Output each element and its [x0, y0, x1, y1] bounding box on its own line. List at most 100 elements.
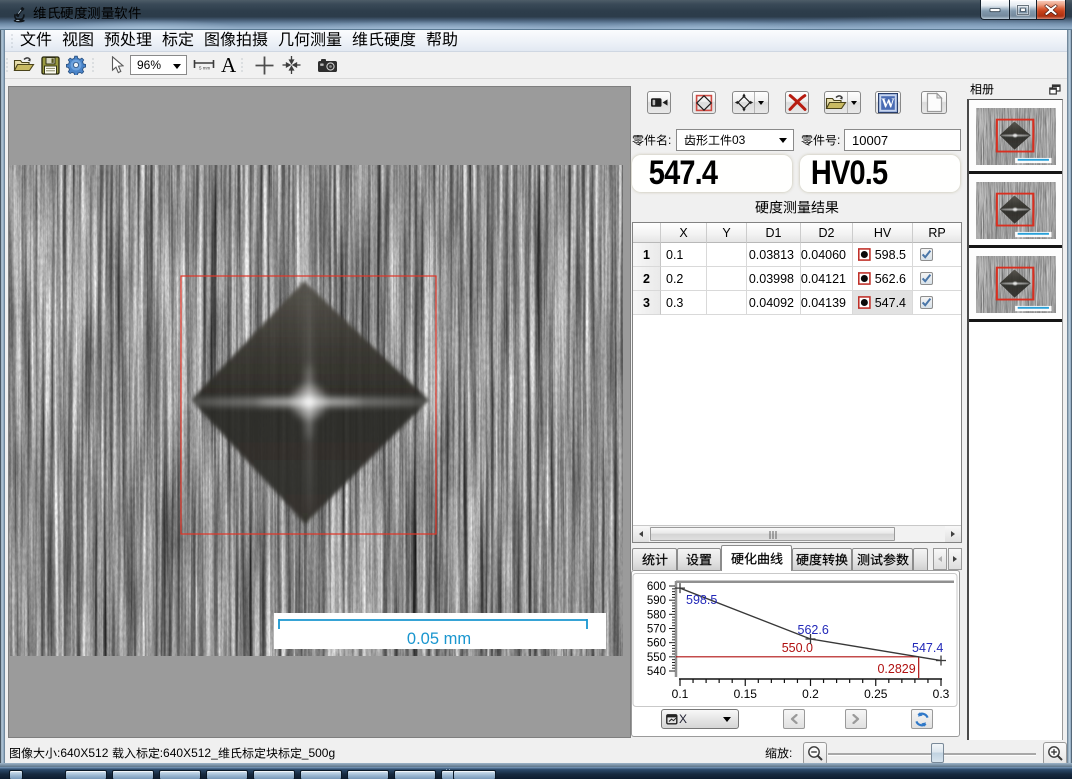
cell-hv[interactable]: 598.5	[853, 243, 913, 267]
rp-checkbox[interactable]	[920, 272, 933, 285]
zoom-in-button[interactable]	[1043, 742, 1067, 765]
screen: 96% 5 mm A	[0, 0, 1072, 779]
taskbar-window-button[interactable]	[253, 770, 295, 779]
menu-image-capture[interactable]	[199, 28, 273, 53]
camera-snapshot-button[interactable]	[315, 53, 340, 77]
center-target-button[interactable]	[279, 53, 304, 77]
maximize-button[interactable]	[1009, 0, 1037, 20]
taskbar-window-button[interactable]	[347, 770, 389, 779]
results-table[interactable]: X Y D1 D2 HV RP 10.10.038130.04060598.52…	[632, 222, 962, 543]
tab-hardening-curve[interactable]	[721, 545, 792, 571]
cell-y[interactable]	[707, 267, 747, 291]
title-bar[interactable]	[0, 0, 1072, 30]
row-number[interactable]: 2	[633, 267, 661, 291]
cell-d1[interactable]: 0.04092	[747, 291, 801, 315]
save-button[interactable]	[39, 53, 62, 77]
cell-d2[interactable]: 0.04139	[801, 291, 853, 315]
cell-hv[interactable]: 562.6	[853, 267, 913, 291]
table-row[interactable]: 10.1 0.038130.04060598.5	[633, 243, 961, 267]
row-number[interactable]: 3	[633, 291, 661, 315]
scroll-left-button[interactable]	[633, 526, 649, 542]
tab-test-parameters[interactable]	[852, 548, 913, 570]
taskbar-window-button[interactable]	[159, 770, 201, 779]
cell-d2[interactable]: 0.04060	[801, 243, 853, 267]
tab-scroll-left-button[interactable]	[933, 548, 947, 570]
table-row[interactable]: 20.2 0.039980.04121562.6	[633, 267, 961, 291]
taskbar-window-button[interactable]	[112, 770, 154, 779]
menu-vickers-hardness[interactable]	[347, 28, 421, 53]
part-no-input[interactable]: 10007	[844, 129, 961, 151]
cell-rp[interactable]	[913, 291, 961, 315]
taskbar-window-button[interactable]	[300, 770, 342, 779]
curve-series-combo[interactable]: X	[661, 709, 739, 729]
new-blank-button[interactable]	[921, 91, 947, 114]
menu-calibration[interactable]	[157, 28, 199, 53]
prev-point-button[interactable]	[783, 709, 805, 729]
row-number[interactable]: 1	[633, 243, 661, 267]
taskbar-window-button[interactable]	[206, 770, 248, 779]
menu-geometry-measure[interactable]	[273, 28, 347, 53]
cell-rp[interactable]	[913, 267, 961, 291]
svg-text:0.3: 0.3	[933, 687, 950, 701]
svg-text:562.6: 562.6	[798, 623, 829, 637]
taskbar-window-button[interactable]	[453, 770, 496, 779]
cell-hv[interactable]: 547.4	[853, 291, 913, 315]
tab-partial[interactable]	[913, 548, 928, 570]
live-video-button[interactable]	[647, 91, 671, 114]
hv-marker-icon	[858, 296, 871, 309]
status-bar: :640X512 :640X512__500g :	[5, 741, 1067, 763]
svg-text:W: W	[881, 95, 895, 110]
cell-x[interactable]: 0.3	[661, 291, 707, 315]
float-panel-icon[interactable]	[1049, 84, 1061, 95]
windows-taskbar[interactable]	[0, 767, 1072, 779]
cell-x[interactable]: 0.2	[661, 267, 707, 291]
scrollbar-thumb[interactable]	[650, 527, 895, 541]
album-thumbnail-2[interactable]	[969, 174, 1062, 248]
cell-y[interactable]	[707, 291, 747, 315]
tab-statistics[interactable]	[632, 548, 677, 570]
scroll-right-button[interactable]	[945, 526, 961, 542]
pointer-tool-button[interactable]	[109, 53, 126, 77]
tab-hardness-conversion[interactable]	[792, 548, 852, 570]
open-file-button[interactable]	[11, 53, 37, 77]
text-tool-button[interactable]: A	[219, 53, 238, 77]
load-image-button[interactable]	[824, 91, 861, 114]
taskbar-window-button[interactable]	[65, 770, 107, 779]
cell-x[interactable]: 0.1	[661, 243, 707, 267]
zoom-slider-thumb[interactable]	[931, 743, 944, 763]
rp-checkbox[interactable]	[920, 248, 933, 261]
microscope-image[interactable]: 0.05 mm	[9, 165, 623, 659]
rp-checkbox[interactable]	[920, 296, 933, 309]
word-report-button[interactable]: W	[875, 91, 901, 114]
cross-tool-button[interactable]	[253, 53, 276, 77]
zoom-out-button[interactable]	[803, 742, 827, 765]
minimize-button[interactable]	[980, 0, 1009, 20]
zoom-level-combo[interactable]: 96%	[130, 55, 187, 75]
cell-d1[interactable]: 0.03998	[747, 267, 801, 291]
menu-preprocess[interactable]	[99, 28, 157, 53]
next-point-button[interactable]	[845, 709, 867, 729]
taskbar-start-edge[interactable]	[9, 770, 23, 779]
table-h-scrollbar[interactable]	[633, 525, 961, 542]
album-thumbnail-1[interactable]	[969, 100, 1062, 174]
table-row[interactable]: 30.3 0.040920.04139547.4	[633, 291, 961, 315]
delete-result-button[interactable]	[785, 91, 809, 114]
cell-rp[interactable]	[913, 243, 961, 267]
auto-locate-button[interactable]	[732, 91, 769, 114]
close-button[interactable]	[1037, 0, 1066, 20]
menu-help[interactable]	[421, 28, 463, 53]
tab-settings[interactable]	[677, 548, 721, 570]
tab-scroll-right-button[interactable]	[948, 548, 962, 570]
menu-file[interactable]	[15, 28, 57, 53]
part-name-combo[interactable]: 03	[676, 129, 794, 151]
measure-indent-button[interactable]	[692, 91, 716, 114]
refresh-curve-button[interactable]	[911, 709, 933, 729]
menu-view[interactable]	[57, 28, 99, 53]
taskbar-window-button[interactable]	[394, 770, 436, 779]
settings-gear-button[interactable]	[64, 53, 88, 77]
measure-tool-button[interactable]: 5 mm	[191, 53, 217, 77]
cell-d2[interactable]: 0.04121	[801, 267, 853, 291]
cell-d1[interactable]: 0.03813	[747, 243, 801, 267]
album-thumbnail-3[interactable]	[969, 248, 1062, 322]
cell-y[interactable]	[707, 243, 747, 267]
